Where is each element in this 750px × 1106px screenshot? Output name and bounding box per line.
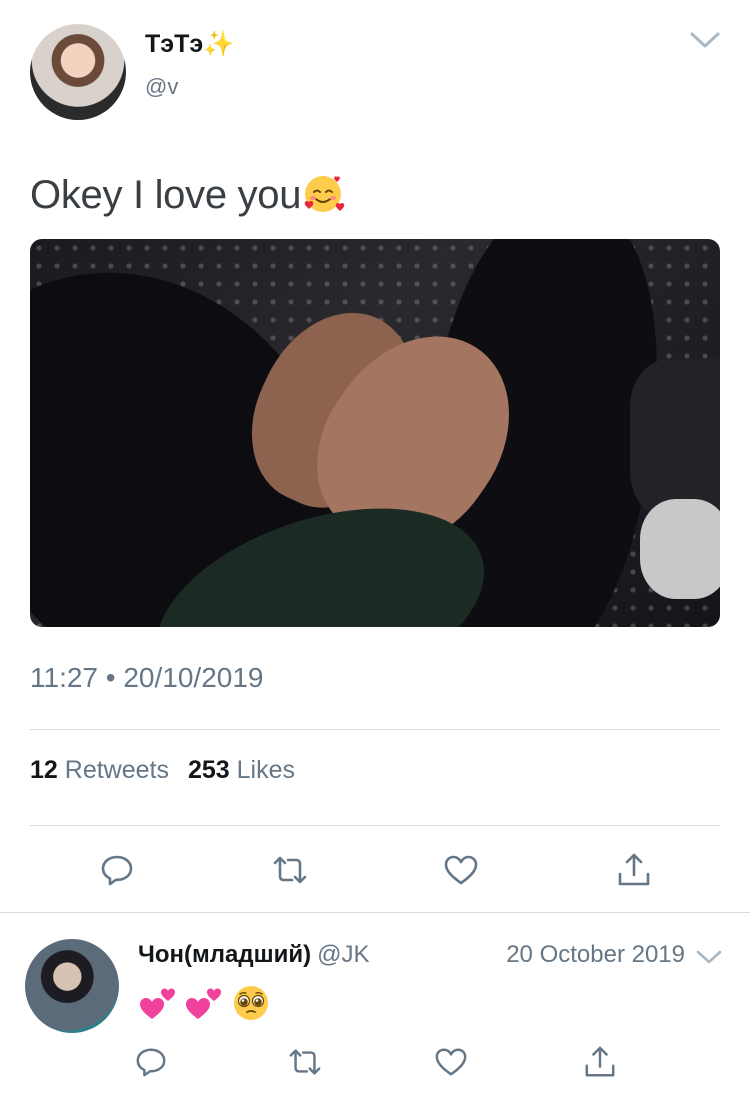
reply-icon[interactable] bbox=[99, 852, 135, 888]
reply-avatar[interactable] bbox=[25, 939, 119, 1033]
reply-icon[interactable] bbox=[134, 1045, 168, 1079]
main-tweet: ТэТэ✨ @v Okey I love you 11:27 • 20/10/2… bbox=[0, 0, 750, 912]
smiling-face-with-hearts-emoji bbox=[301, 172, 345, 216]
divider bbox=[30, 825, 720, 826]
retweets-count[interactable]: 12 bbox=[30, 756, 58, 784]
tweet-text: Okey I love you bbox=[30, 172, 345, 218]
retweet-icon[interactable] bbox=[288, 1045, 322, 1079]
engagement-stats: 12 Retweets 253 Likes bbox=[30, 756, 295, 785]
photo-shape bbox=[640, 499, 720, 599]
likes-label[interactable]: Likes bbox=[237, 756, 295, 784]
likes-count[interactable]: 253 bbox=[188, 756, 230, 784]
sparkles-emoji: ✨ bbox=[203, 30, 235, 58]
reply-header: Чон(младший) @JK 20 October 2019 bbox=[138, 941, 723, 973]
tweet-timestamp[interactable]: 11:27 • 20/10/2019 bbox=[30, 662, 264, 694]
heart-icon[interactable] bbox=[443, 852, 479, 888]
author-display-name[interactable]: ТэТэ✨ bbox=[145, 30, 234, 59]
reply-text bbox=[138, 983, 273, 1027]
reply-date: 20 October 2019 bbox=[506, 941, 685, 968]
photo-shape bbox=[630, 359, 720, 519]
retweets-label[interactable]: Retweets bbox=[65, 756, 169, 784]
author-name-text: ТэТэ bbox=[145, 30, 204, 58]
pleading-face-emoji bbox=[231, 983, 271, 1023]
share-icon[interactable] bbox=[616, 852, 652, 888]
reply-tweet[interactable]: Чон(младший) @JK 20 October 2019 bbox=[0, 913, 750, 1106]
chevron-down-icon[interactable] bbox=[688, 28, 722, 52]
reply-handle[interactable]: @JK bbox=[317, 941, 369, 968]
tweet-photo[interactable] bbox=[30, 239, 720, 627]
tweet-text-body: Okey I love you bbox=[30, 173, 302, 217]
two-hearts-emoji bbox=[184, 983, 224, 1023]
chevron-down-icon[interactable] bbox=[695, 947, 723, 967]
divider bbox=[30, 729, 720, 730]
reply-display-name[interactable]: Чон(младший) bbox=[138, 941, 311, 968]
heart-icon[interactable] bbox=[434, 1045, 468, 1079]
share-icon[interactable] bbox=[583, 1045, 617, 1079]
retweet-icon[interactable] bbox=[272, 852, 308, 888]
avatar[interactable] bbox=[30, 24, 126, 120]
two-hearts-emoji bbox=[138, 983, 178, 1023]
author-handle[interactable]: @v bbox=[145, 74, 178, 100]
